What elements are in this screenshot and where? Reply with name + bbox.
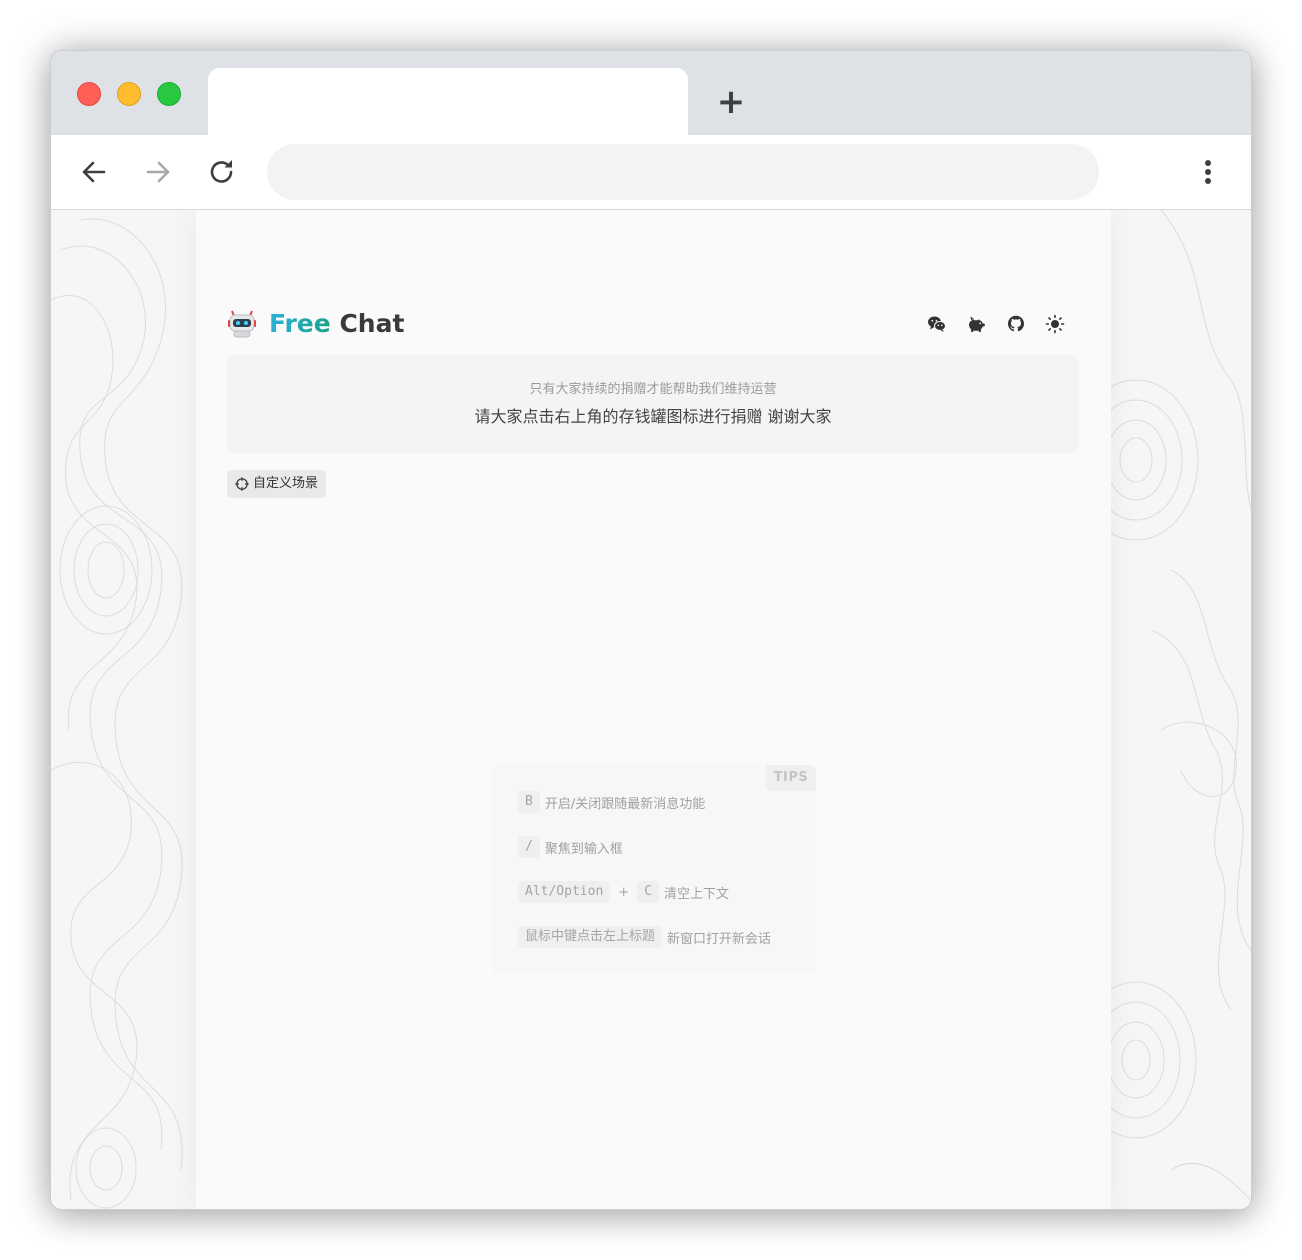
maximize-window-button[interactable]	[157, 82, 181, 106]
forward-button[interactable]	[141, 155, 175, 189]
more-vertical-icon	[1205, 160, 1211, 184]
tip-item: 鼠标中键点击左上标题 新窗口打开新会话	[518, 925, 771, 949]
reload-button[interactable]	[205, 155, 239, 189]
brand-title[interactable]: Free Chat	[269, 308, 404, 340]
arrow-right-icon	[146, 161, 170, 183]
browser-menu-button[interactable]	[1191, 155, 1225, 189]
tip-text: 聚焦到输入框	[544, 841, 623, 857]
shortcut-key: B	[518, 791, 540, 813]
reload-icon	[210, 160, 233, 183]
tip-item: / 聚焦到输入框	[518, 835, 623, 859]
crosshair-icon	[235, 477, 249, 491]
notice-message: 请大家点击右上角的存钱罐图标进行捐赠 谢谢大家	[474, 407, 832, 426]
robot-logo-icon[interactable]	[227, 309, 257, 339]
shortcut-plus: +	[618, 884, 630, 900]
arrow-left-icon	[82, 161, 106, 183]
tip-item: B 开启/关闭跟随最新消息功能	[518, 790, 705, 814]
app-header: Free Chat	[227, 306, 1079, 346]
shortcut-key: 鼠标中键点击左上标题	[518, 926, 663, 948]
brand-chat-text: Chat	[339, 309, 405, 338]
notice-subtitle: 只有大家持续的捐赠才能帮助我们维持运营	[529, 382, 777, 397]
github-button[interactable]	[1004, 312, 1028, 336]
sun-icon	[1045, 314, 1065, 334]
donation-notice: 只有大家持续的捐赠才能帮助我们维持运营 请大家点击右上角的存钱罐图标进行捐赠 谢…	[227, 355, 1079, 453]
tip-text: 新窗口打开新会话	[667, 931, 772, 947]
tab-strip: +	[51, 51, 1251, 135]
theme-toggle-button[interactable]	[1043, 312, 1067, 336]
browser-window: + Free Chat 只有大家持续的捐赠才能帮助我们维持运营 请大家点击右上角…	[50, 50, 1252, 1210]
custom-scene-button[interactable]: 自定义场景	[227, 470, 327, 498]
tips-panel: TIPS B 开启/关闭跟随最新消息功能 / 聚焦到输入框 Alt/Option…	[491, 765, 816, 973]
back-button[interactable]	[77, 155, 111, 189]
shortcut-key: /	[518, 836, 540, 858]
close-window-button[interactable]	[77, 82, 101, 106]
wechat-icon	[928, 316, 946, 332]
minimize-window-button[interactable]	[117, 82, 141, 106]
active-tab[interactable]	[208, 68, 688, 135]
shortcut-key: Alt/Option	[518, 881, 611, 903]
wechat-button[interactable]	[925, 312, 949, 336]
tips-badge: TIPS	[766, 765, 816, 791]
tip-text: 开启/关闭跟随最新消息功能	[544, 796, 706, 812]
brand-free-text: Free	[269, 309, 331, 338]
tip-text: 清空上下文	[664, 886, 730, 902]
chat-page: Free Chat 只有大家持续的捐赠才能帮助我们维持运营 请大家点击右上角的存…	[196, 210, 1111, 1209]
web-viewport: Free Chat 只有大家持续的捐赠才能帮助我们维持运营 请大家点击右上角的存…	[51, 210, 1251, 1209]
address-bar[interactable]	[267, 144, 1099, 200]
tip-item: Alt/Option + C 清空上下文	[518, 880, 729, 904]
custom-scene-label: 自定义场景	[253, 476, 319, 491]
new-tab-button[interactable]: +	[715, 85, 747, 119]
github-icon	[1008, 315, 1024, 332]
donate-button[interactable]	[964, 312, 988, 336]
piggy-bank-icon	[969, 316, 985, 332]
browser-toolbar	[51, 135, 1251, 210]
shortcut-key: C	[637, 881, 660, 903]
